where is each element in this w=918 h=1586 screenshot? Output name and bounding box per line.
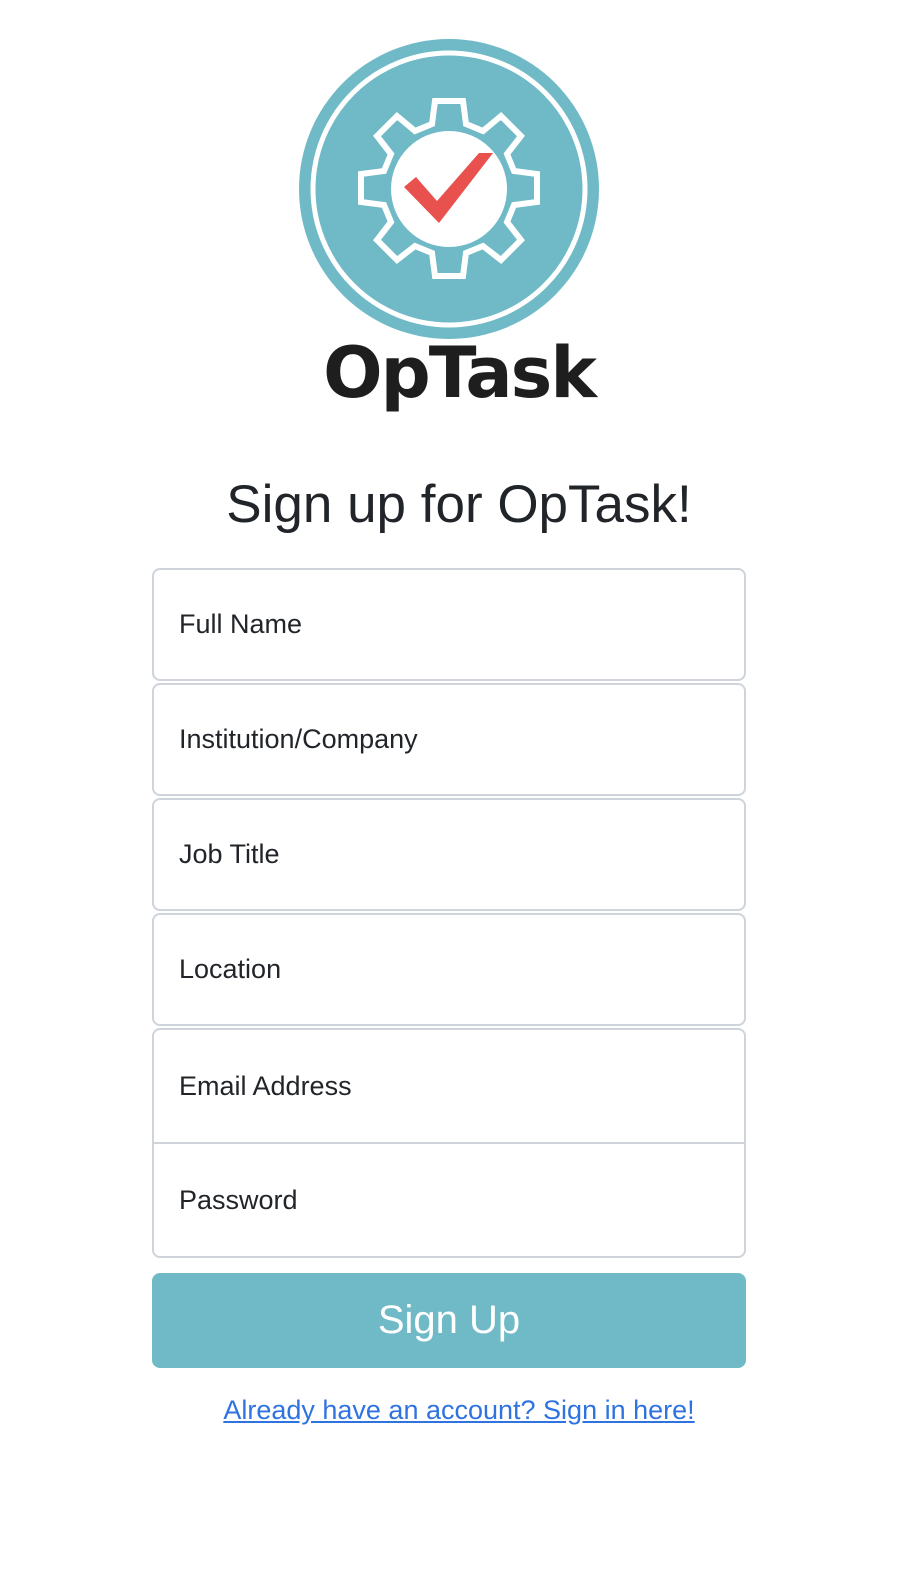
institution-company-input[interactable] [154, 685, 744, 794]
job-title-field-wrapper [152, 798, 746, 911]
sign-up-button[interactable]: Sign Up [152, 1273, 746, 1368]
password-field-wrapper [154, 1142, 744, 1256]
signin-link-container: Already have an account? Sign in here! [0, 1392, 918, 1428]
full-name-input[interactable] [154, 570, 744, 679]
location-input[interactable] [154, 915, 744, 1024]
gear-check-icon [299, 39, 599, 339]
signup-form [152, 568, 746, 1258]
brand-logo: OpTask [0, 38, 918, 418]
page-title: Sign up for OpTask! [226, 475, 692, 534]
full-name-field-wrapper [152, 568, 746, 681]
email-input[interactable] [154, 1030, 744, 1142]
location-field-wrapper [152, 913, 746, 1026]
sign-in-link[interactable]: Already have an account? Sign in here! [223, 1395, 694, 1425]
job-title-input[interactable] [154, 800, 744, 909]
brand-wordmark: OpTask [323, 332, 597, 414]
email-field-wrapper [154, 1030, 744, 1142]
credentials-group [152, 1028, 746, 1258]
institution-field-wrapper [152, 683, 746, 796]
password-input[interactable] [154, 1144, 744, 1256]
